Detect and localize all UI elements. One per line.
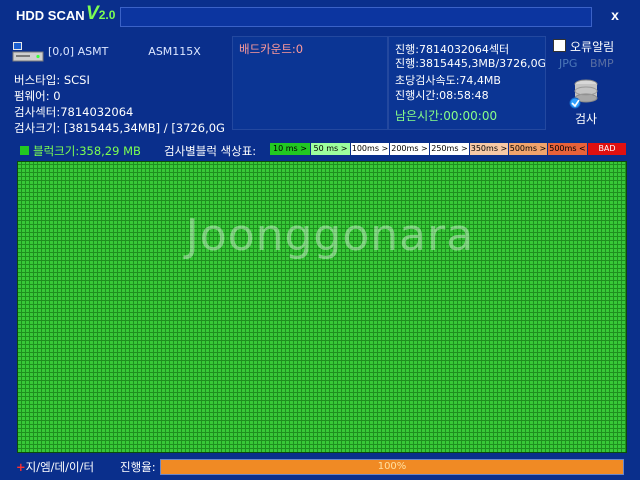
hard-disk-icon: [12, 42, 44, 62]
elapsed-time: 진행시간:08:58:48: [395, 89, 489, 102]
error-alarm-checkbox[interactable]: 오류알림: [553, 38, 614, 55]
brand-name: 지/엠/데/이/터: [25, 460, 95, 474]
checkbox-box[interactable]: [553, 39, 566, 52]
remaining-time: 남은시간:00:00:00: [395, 109, 498, 123]
device-info: [0,0] ASMT ASM115X: [48, 45, 241, 58]
device-model: ASM115X: [148, 45, 201, 58]
legend-item: 500ms >: [509, 143, 548, 155]
progress-label: 진행율:: [120, 460, 156, 474]
device-port: [0,0] ASMT: [48, 45, 109, 58]
legend-item: 100ms >: [351, 143, 390, 155]
progress-size: 진행:3815445,3MB/3726,0GI: [395, 57, 546, 70]
legend-item: 250ms >: [430, 143, 470, 155]
progress-bar: 100%: [160, 459, 624, 475]
scan-button[interactable]: 검사: [566, 76, 606, 126]
app-title: HDD SCAN: [16, 8, 85, 23]
progress-info-panel: 진행:7814032064섹터 진행:3815445,3MB/3726,0GI …: [388, 36, 546, 130]
block-color-swatch: [20, 146, 29, 155]
legend-item: BAD: [588, 143, 627, 155]
bad-count-panel: 배드카운트:0: [232, 36, 388, 130]
disk-scan-icon: [569, 79, 598, 109]
bmp-option[interactable]: BMP: [590, 57, 614, 70]
scan-button-label: 검사: [574, 112, 598, 126]
progress-text: 100%: [377, 461, 407, 472]
watermark: Joonggonara: [185, 210, 475, 261]
legend-item: 350ms >: [470, 143, 509, 155]
legend-item: 50 ms >: [311, 143, 351, 155]
legend-label: 검사별블럭 색상표:: [164, 144, 257, 158]
scan-sectors: 검사섹터:7814032064: [14, 105, 134, 119]
legend-item: 500ms <: [548, 143, 588, 155]
bad-count: 배드카운트:0: [239, 42, 304, 56]
title-bar-panel: [120, 7, 592, 27]
legend-item: 200ms >: [390, 143, 430, 155]
close-button[interactable]: x: [606, 6, 624, 24]
app-version: V2.0: [86, 3, 116, 24]
brand-plus: +: [16, 460, 26, 474]
color-legend: 10 ms >50 ms >100ms >200ms >250ms >350ms…: [270, 143, 627, 155]
brand: +지/엠/데/이/터: [16, 459, 94, 475]
block-grid: [18, 162, 626, 452]
title-bar: HDD SCAN V2.0 x: [0, 0, 640, 30]
error-alarm-label: 오류알림: [570, 40, 615, 54]
bus-type: 버스타입: SCSI: [14, 73, 90, 87]
jpg-option[interactable]: JPG: [559, 57, 577, 70]
scan-speed: 초당검사속도:74,4MB: [395, 74, 501, 87]
block-size: 블럭크기:358,29 MB: [20, 143, 141, 159]
block-map: [17, 161, 627, 453]
firmware: 펌웨어: 0: [14, 89, 61, 103]
scan-size: 검사크기: [3815445,34MB] / [3726,0GI: [14, 121, 226, 135]
block-size-label: 블럭크기:358,29 MB: [33, 144, 141, 158]
legend-item: 10 ms >: [270, 143, 311, 155]
